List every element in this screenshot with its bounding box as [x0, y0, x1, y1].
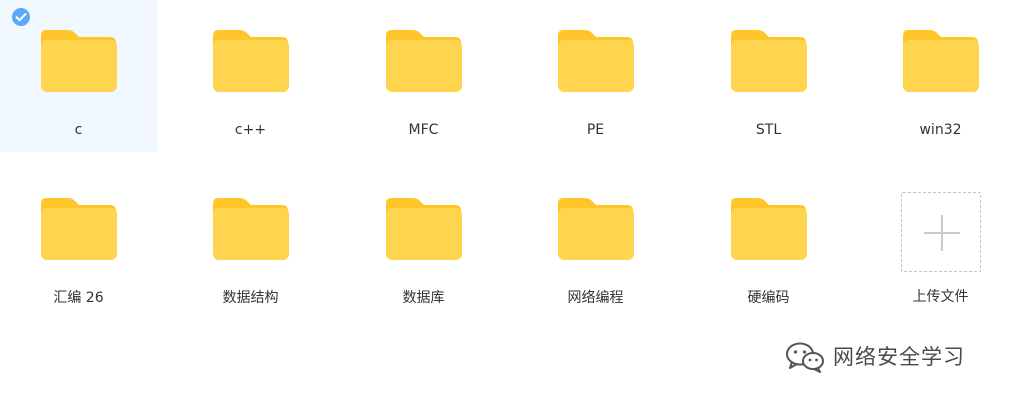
folder-tile[interactable]: MFC	[345, 0, 502, 152]
folder-icon	[40, 30, 117, 92]
folder-tile[interactable]: STL	[690, 0, 847, 152]
check-icon[interactable]	[12, 8, 30, 26]
folder-icon	[212, 198, 289, 260]
folder-tile[interactable]: 网络编程	[517, 168, 674, 320]
folder-tile[interactable]: win32	[862, 0, 1014, 152]
folder-icon	[385, 30, 462, 92]
folder-name: 数据库	[402, 290, 445, 306]
folder-name: 硬编码	[747, 290, 790, 306]
folder-icon	[212, 30, 289, 92]
folder-icon	[730, 30, 807, 92]
upload-label: 上传文件	[912, 289, 969, 305]
watermark: 网络安全学习	[785, 340, 965, 374]
folder-tile[interactable]: PE	[517, 0, 674, 152]
folder-tile[interactable]: c	[0, 0, 157, 152]
file-grid: 上传文件 网络安全学习 c c++ MFC PE STL win32 汇编 26 数据结构 数据…	[0, 0, 1014, 400]
upload-button[interactable]	[901, 192, 981, 272]
folder-icon	[557, 30, 634, 92]
folder-name: STL	[755, 122, 782, 138]
folder-tile[interactable]: 硬编码	[690, 168, 847, 320]
folder-icon	[730, 198, 807, 260]
folder-name: MFC	[408, 122, 439, 138]
folder-tile[interactable]: c++	[172, 0, 329, 152]
plus-icon	[924, 215, 960, 251]
folder-name: c++	[234, 122, 267, 138]
folder-icon	[385, 198, 462, 260]
folder-icon	[40, 198, 117, 260]
folder-name: win32	[919, 122, 962, 138]
folder-name: 数据结构	[222, 290, 279, 306]
folder-tile[interactable]: 数据结构	[172, 168, 329, 320]
folder-name: 汇编 26	[53, 290, 104, 306]
folder-tile[interactable]: 数据库	[345, 168, 502, 320]
folder-tile[interactable]: 汇编 26	[0, 168, 157, 320]
watermark-text: 网络安全学习	[833, 345, 965, 369]
folder-name: PE	[586, 122, 605, 138]
folder-icon	[902, 30, 979, 92]
wechat-icon	[786, 342, 824, 373]
folder-icon	[557, 198, 634, 260]
folder-name: 网络编程	[567, 290, 624, 306]
folder-name: c	[74, 122, 83, 138]
